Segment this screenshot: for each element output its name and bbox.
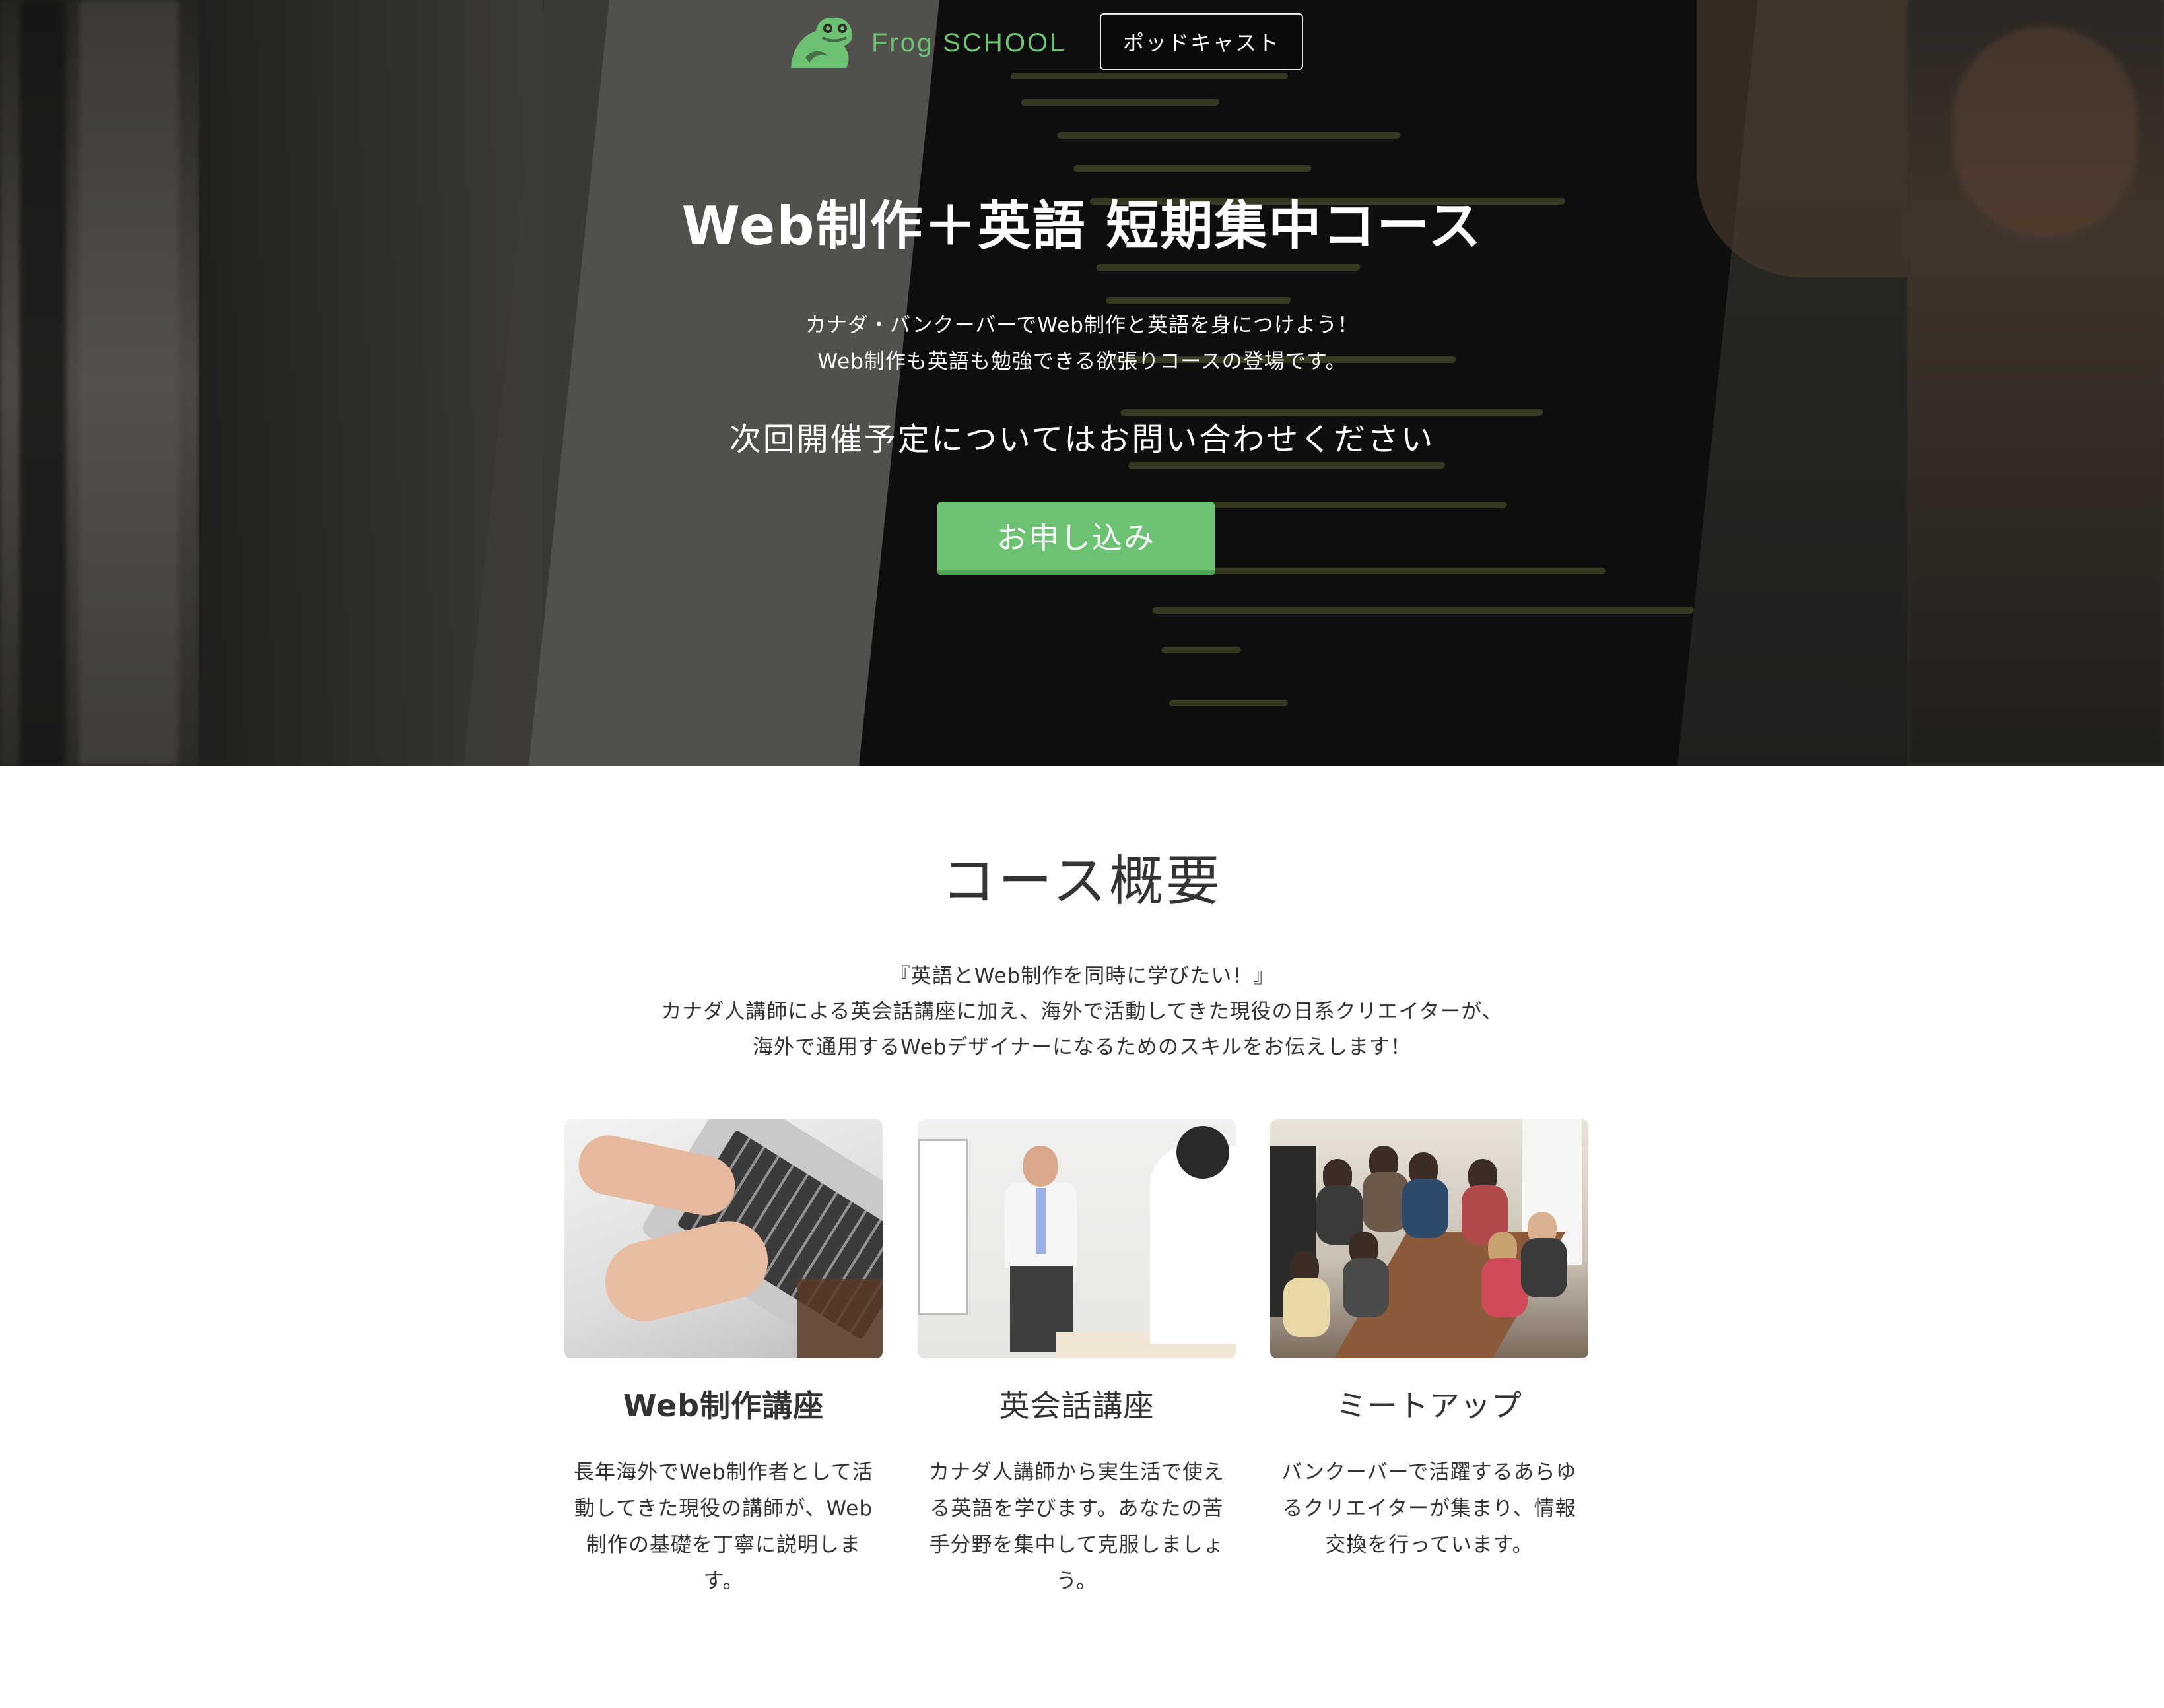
card-text: バンクーバーで活躍するあらゆるクリエイターが集まり、情報交換を行っています。 (1281, 1461, 1577, 1557)
card-title: ミートアップ (1336, 1388, 1522, 1424)
hero-lead: カナダ・バンクーバーでWeb制作と英語を身につけよう！ Web制作も英語も勉強で… (0, 308, 2164, 380)
course-card-web: Web制作講座 長年海外でWeb制作者として活動してきた現役の講師が、Web制作… (564, 1119, 883, 1600)
hero-lead-line: カナダ・バンクーバーでWeb制作と英語を身につけよう！ (805, 313, 1359, 337)
course-card-meetup: ミートアップ バンクーバーで活躍するあらゆるクリエイターが集まり、情報交換を行っ… (1270, 1119, 1588, 1563)
hero-section: Frog SCHOOL ポッドキャスト Web制作＋英語 短期集中コース カナダ… (0, 0, 2164, 766)
intro-line: 海外で通用するWebデザイナーになるためのスキルをお伝えします！ (753, 1035, 1411, 1059)
card-text: カナダ人講師から実生活で使える英語を学びます。あなたの苦手分野を集中して克服しま… (929, 1461, 1225, 1593)
brand-logo[interactable]: Frog SCHOOL (786, 15, 1066, 71)
card-title: Web制作講座 (623, 1388, 825, 1424)
brand-name: Frog SCHOOL (871, 28, 1067, 57)
intro-line: 『英語とWeb制作を同時に学びたい！』 (889, 964, 1275, 988)
next-session-notice: 次回開催予定についてはお問い合わせください (729, 421, 1435, 458)
card-text: 長年海外でWeb制作者として活動してきた現役の講師が、Web制作の基礎を丁寧に説… (574, 1461, 873, 1593)
teacher-classroom-photo (918, 1119, 1236, 1358)
overview-intro: 『英語とWeb制作を同時に学びたい！』 カナダ人講師による英会話講座に加え、海外… (0, 958, 2164, 1065)
laptop-typing-photo (564, 1119, 883, 1358)
course-card-english: 英会話講座 カナダ人講師から実生活で使える英語を学びます。あなたの苦手分野を集中… (918, 1119, 1236, 1600)
card-title: 英会話講座 (999, 1388, 1155, 1424)
meetup-group-photo (1270, 1119, 1588, 1358)
hero-lead-line: Web制作も英語も勉強できる欲張りコースの登場です。 (817, 350, 1347, 374)
frog-icon (791, 17, 853, 68)
apply-button[interactable]: お申し込み (937, 502, 1215, 575)
podcast-button[interactable]: ポッドキャスト (1100, 13, 1303, 70)
intro-line: カナダ人講師による英会話講座に加え、海外で活動してきた現役の日系クリエイターが、 (661, 1000, 1503, 1024)
hero-title: Web制作＋英語 短期集中コース (681, 195, 1483, 257)
section-title: コース概要 (941, 850, 1223, 913)
